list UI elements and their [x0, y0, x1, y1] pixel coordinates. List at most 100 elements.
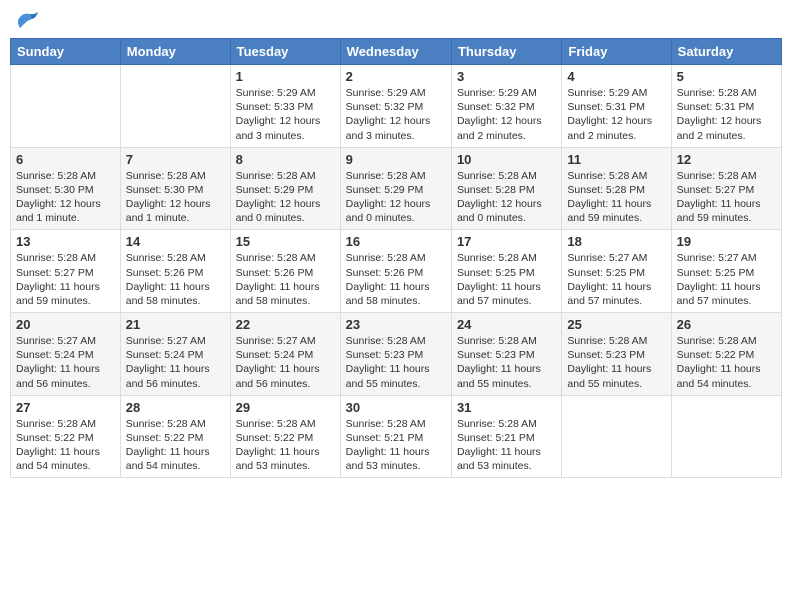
day-number: 8 [236, 152, 335, 167]
calendar-cell: 31 Sunrise: 5:28 AM Sunset: 5:21 PM Dayli… [451, 395, 561, 478]
calendar-cell: 24 Sunrise: 5:28 AM Sunset: 5:23 PM Dayli… [451, 313, 561, 396]
day-number: 12 [677, 152, 776, 167]
calendar-cell: 4Sunrise: 5:29 AM Sunset: 5:31 PM Daylig… [562, 65, 671, 148]
day-number: 23 [346, 317, 446, 332]
day-number: 7 [126, 152, 225, 167]
day-info: Sunrise: 5:28 AM Sunset: 5:30 PM Dayligh… [126, 169, 225, 226]
day-info: Sunrise: 5:28 AM Sunset: 5:22 PM Dayligh… [126, 417, 225, 474]
calendar-cell: 18Sunrise: 5:27 AM Sunset: 5:25 PM Dayli… [562, 230, 671, 313]
page-header [10, 10, 782, 30]
weekday-header: Saturday [671, 39, 781, 65]
day-number: 3 [457, 69, 556, 84]
calendar-cell: 13 Sunrise: 5:28 AM Sunset: 5:27 PM Dayli… [11, 230, 121, 313]
day-info: Sunrise: 5:28 AM Sunset: 5:21 PM Dayligh… [457, 417, 556, 474]
day-info: Sunrise: 5:28 AM Sunset: 5:28 PM Dayligh… [567, 169, 665, 226]
calendar-cell: 23 Sunrise: 5:28 AM Sunset: 5:23 PM Dayli… [340, 313, 451, 396]
calendar-cell: 1 Sunrise: 5:29 AM Sunset: 5:33 PM Daylig… [230, 65, 340, 148]
calendar-cell: 27 Sunrise: 5:28 AM Sunset: 5:22 PM Dayli… [11, 395, 121, 478]
calendar-cell: 2 Sunrise: 5:29 AM Sunset: 5:32 PM Daylig… [340, 65, 451, 148]
calendar-cell: 14 Sunrise: 5:28 AM Sunset: 5:26 PM Dayli… [120, 230, 230, 313]
day-number: 5 [677, 69, 776, 84]
calendar-cell: 11 Sunrise: 5:28 AM Sunset: 5:28 PM Dayli… [562, 147, 671, 230]
day-info: Sunrise: 5:28 AM Sunset: 5:23 PM Dayligh… [567, 334, 665, 391]
day-number: 9 [346, 152, 446, 167]
logo-icon [14, 10, 42, 30]
day-info: Sunrise: 5:28 AM Sunset: 5:25 PM Dayligh… [457, 251, 556, 308]
calendar-cell: 10Sunrise: 5:28 AM Sunset: 5:28 PM Dayli… [451, 147, 561, 230]
calendar-cell [11, 65, 121, 148]
day-info: Sunrise: 5:27 AM Sunset: 5:24 PM Dayligh… [16, 334, 115, 391]
day-info: Sunrise: 5:28 AM Sunset: 5:29 PM Dayligh… [346, 169, 446, 226]
calendar-cell: 29Sunrise: 5:28 AM Sunset: 5:22 PM Dayli… [230, 395, 340, 478]
day-number: 30 [346, 400, 446, 415]
day-info: Sunrise: 5:28 AM Sunset: 5:30 PM Dayligh… [16, 169, 115, 226]
day-number: 15 [236, 234, 335, 249]
day-number: 26 [677, 317, 776, 332]
weekday-header: Wednesday [340, 39, 451, 65]
day-info: Sunrise: 5:28 AM Sunset: 5:22 PM Dayligh… [677, 334, 776, 391]
calendar-table: SundayMondayTuesdayWednesdayThursdayFrid… [10, 38, 782, 478]
calendar-cell: 15 Sunrise: 5:28 AM Sunset: 5:26 PM Dayli… [230, 230, 340, 313]
logo [14, 10, 46, 30]
calendar-cell: 5 Sunrise: 5:28 AM Sunset: 5:31 PM Daylig… [671, 65, 781, 148]
day-number: 24 [457, 317, 556, 332]
calendar-cell: 22 Sunrise: 5:27 AM Sunset: 5:24 PM Dayli… [230, 313, 340, 396]
day-number: 13 [16, 234, 115, 249]
calendar-cell: 8 Sunrise: 5:28 AM Sunset: 5:29 PM Daylig… [230, 147, 340, 230]
day-number: 19 [677, 234, 776, 249]
day-info: Sunrise: 5:28 AM Sunset: 5:27 PM Dayligh… [16, 251, 115, 308]
day-number: 25 [567, 317, 665, 332]
day-info: Sunrise: 5:28 AM Sunset: 5:26 PM Dayligh… [126, 251, 225, 308]
calendar-cell: 12 Sunrise: 5:28 AM Sunset: 5:27 PM Dayli… [671, 147, 781, 230]
day-info: Sunrise: 5:29 AM Sunset: 5:32 PM Dayligh… [346, 86, 446, 143]
day-info: Sunrise: 5:28 AM Sunset: 5:26 PM Dayligh… [236, 251, 335, 308]
day-info: Sunrise: 5:29 AM Sunset: 5:32 PM Dayligh… [457, 86, 556, 143]
day-number: 22 [236, 317, 335, 332]
calendar-week-row: 27 Sunrise: 5:28 AM Sunset: 5:22 PM Dayli… [11, 395, 782, 478]
weekday-header: Friday [562, 39, 671, 65]
calendar-cell: 16 Sunrise: 5:28 AM Sunset: 5:26 PM Dayli… [340, 230, 451, 313]
calendar-cell: 7 Sunrise: 5:28 AM Sunset: 5:30 PM Daylig… [120, 147, 230, 230]
weekday-header: Tuesday [230, 39, 340, 65]
day-number: 2 [346, 69, 446, 84]
calendar-cell: 20 Sunrise: 5:27 AM Sunset: 5:24 PM Dayli… [11, 313, 121, 396]
day-info: Sunrise: 5:28 AM Sunset: 5:23 PM Dayligh… [457, 334, 556, 391]
day-info: Sunrise: 5:29 AM Sunset: 5:31 PM Dayligh… [567, 86, 665, 143]
day-info: Sunrise: 5:27 AM Sunset: 5:24 PM Dayligh… [126, 334, 225, 391]
calendar-cell: 21Sunrise: 5:27 AM Sunset: 5:24 PM Dayli… [120, 313, 230, 396]
day-info: Sunrise: 5:29 AM Sunset: 5:33 PM Dayligh… [236, 86, 335, 143]
day-info: Sunrise: 5:27 AM Sunset: 5:25 PM Dayligh… [677, 251, 776, 308]
day-info: Sunrise: 5:28 AM Sunset: 5:29 PM Dayligh… [236, 169, 335, 226]
calendar-cell: 30 Sunrise: 5:28 AM Sunset: 5:21 PM Dayli… [340, 395, 451, 478]
day-info: Sunrise: 5:28 AM Sunset: 5:28 PM Dayligh… [457, 169, 556, 226]
calendar-cell: 19 Sunrise: 5:27 AM Sunset: 5:25 PM Dayli… [671, 230, 781, 313]
calendar-cell: 3 Sunrise: 5:29 AM Sunset: 5:32 PM Daylig… [451, 65, 561, 148]
weekday-header: Thursday [451, 39, 561, 65]
day-info: Sunrise: 5:28 AM Sunset: 5:22 PM Dayligh… [16, 417, 115, 474]
day-info: Sunrise: 5:27 AM Sunset: 5:24 PM Dayligh… [236, 334, 335, 391]
day-number: 18 [567, 234, 665, 249]
day-number: 29 [236, 400, 335, 415]
weekday-header: Sunday [11, 39, 121, 65]
day-number: 14 [126, 234, 225, 249]
calendar-week-row: 20 Sunrise: 5:27 AM Sunset: 5:24 PM Dayli… [11, 313, 782, 396]
day-info: Sunrise: 5:28 AM Sunset: 5:31 PM Dayligh… [677, 86, 776, 143]
day-number: 17 [457, 234, 556, 249]
day-info: Sunrise: 5:28 AM Sunset: 5:21 PM Dayligh… [346, 417, 446, 474]
day-number: 27 [16, 400, 115, 415]
day-number: 11 [567, 152, 665, 167]
calendar-cell: 26 Sunrise: 5:28 AM Sunset: 5:22 PM Dayli… [671, 313, 781, 396]
calendar-cell: 9 Sunrise: 5:28 AM Sunset: 5:29 PM Daylig… [340, 147, 451, 230]
day-number: 31 [457, 400, 556, 415]
calendar-header-row: SundayMondayTuesdayWednesdayThursdayFrid… [11, 39, 782, 65]
calendar-week-row: 6Sunrise: 5:28 AM Sunset: 5:30 PM Daylig… [11, 147, 782, 230]
day-info: Sunrise: 5:28 AM Sunset: 5:27 PM Dayligh… [677, 169, 776, 226]
day-info: Sunrise: 5:28 AM Sunset: 5:23 PM Dayligh… [346, 334, 446, 391]
day-number: 1 [236, 69, 335, 84]
calendar-cell [671, 395, 781, 478]
day-info: Sunrise: 5:28 AM Sunset: 5:26 PM Dayligh… [346, 251, 446, 308]
day-number: 20 [16, 317, 115, 332]
day-number: 28 [126, 400, 225, 415]
day-number: 16 [346, 234, 446, 249]
weekday-header: Monday [120, 39, 230, 65]
